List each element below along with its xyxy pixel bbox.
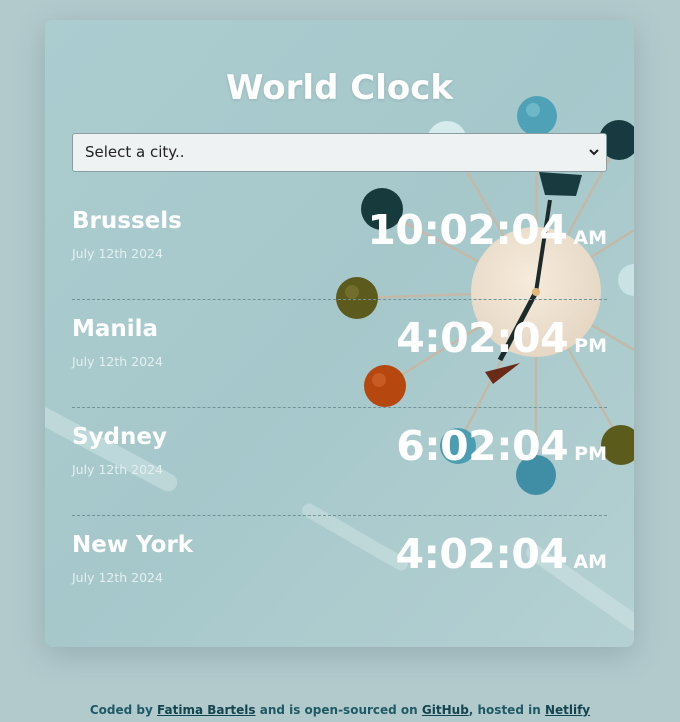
footer: Coded by Fatima Bartels and is open-sour…: [0, 703, 680, 717]
footer-middle: and is open-sourced on: [259, 703, 418, 717]
chevron-down-icon: [589, 149, 599, 156]
netlify-link[interactable]: Netlify: [545, 703, 590, 717]
city-time: 6:02:04 PM: [396, 422, 607, 470]
time-ampm: PM: [574, 335, 607, 357]
time-ampm: AM: [573, 227, 607, 249]
city-name: Brussels: [72, 208, 182, 234]
time-value: 6:02:04: [396, 422, 569, 470]
city-time: 10:02:04 AM: [367, 206, 607, 254]
city-time: 4:02:04 PM: [396, 314, 607, 362]
city-select-placeholder: Select a city..: [85, 143, 185, 161]
page-title: World Clock: [226, 68, 453, 108]
footer-hosted-text: , hosted in: [468, 703, 541, 717]
time-ampm: AM: [573, 551, 607, 573]
clock-row-sydney: Sydney July 12th 2024 6:02:04 PM: [72, 408, 607, 516]
city-date: July 12th 2024: [72, 246, 163, 261]
city-select[interactable]: Select a city..: [72, 133, 607, 172]
clock-row-new-york: New York July 12th 2024 4:02:04 AM: [72, 516, 607, 624]
world-clock-card: World Clock Select a city.. Brussels Jul…: [45, 20, 634, 647]
city-name: Sydney: [72, 424, 167, 450]
github-link[interactable]: GitHub: [422, 703, 469, 717]
city-time: 4:02:04 AM: [395, 530, 607, 578]
time-value: 4:02:04: [396, 314, 569, 362]
author-link[interactable]: Fatima Bartels: [157, 703, 256, 717]
city-date: July 12th 2024: [72, 462, 163, 477]
time-value: 10:02:04: [367, 206, 568, 254]
city-name: New York: [72, 532, 194, 558]
clock-row-manila: Manila July 12th 2024 4:02:04 PM: [72, 300, 607, 408]
footer-prefix: Coded by: [89, 703, 153, 717]
city-name: Manila: [72, 316, 159, 342]
city-date: July 12th 2024: [72, 354, 163, 369]
clock-row-brussels: Brussels July 12th 2024 10:02:04 AM: [72, 192, 607, 300]
time-ampm: PM: [574, 443, 607, 465]
clock-panel: World Clock Select a city.. Brussels Jul…: [45, 20, 634, 647]
city-date: July 12th 2024: [72, 570, 163, 585]
time-value: 4:02:04: [395, 530, 568, 578]
